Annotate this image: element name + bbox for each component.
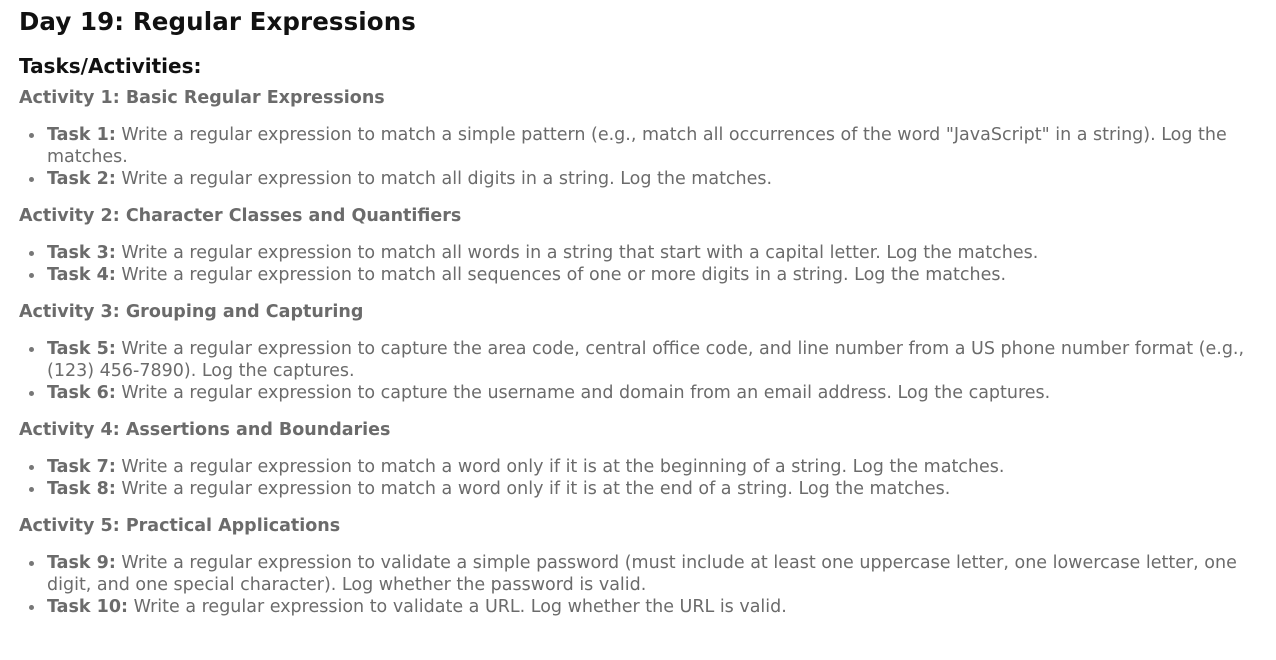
activity-3: Activity 3: Grouping and Capturing Task … [19,300,1259,404]
task-label: Task 6: [47,383,116,403]
task-text: Write a regular expression to match all … [115,243,1039,263]
task-item-8: Task 8: Write a regular expression to ma… [29,478,1259,500]
task-label: Task 7: [47,457,116,477]
task-item-9: Task 9: Write a regular expression to va… [29,552,1259,596]
task-list: Task 1: Write a regular expression to ma… [19,124,1259,190]
task-list: Task 7: Write a regular expression to ma… [19,456,1259,500]
task-item-1: Task 1: Write a regular expression to ma… [29,124,1259,168]
activity-4: Activity 4: Assertions and Boundaries Ta… [19,418,1259,500]
activity-2: Activity 2: Character Classes and Quanti… [19,204,1259,286]
activity-5: Activity 5: Practical Applications Task … [19,514,1259,618]
activity-heading: Activity 3: Grouping and Capturing [19,302,364,322]
task-list: Task 9: Write a regular expression to va… [19,552,1259,618]
page-title: Day 19: Regular Expressions [19,7,416,36]
task-list: Task 5: Write a regular expression to ca… [19,338,1259,404]
task-label: Task 5: [47,339,116,359]
section-heading-tasks: Tasks/Activities: [19,54,202,78]
task-text: Write a regular expression to capture th… [47,339,1245,381]
task-item-4: Task 4: Write a regular expression to ma… [29,264,1259,286]
task-list: Task 3: Write a regular expression to ma… [19,242,1259,286]
task-text: Write a regular expression to match a si… [47,125,1227,167]
document-page: Day 19: Regular Expressions Tasks/Activi… [0,0,1259,618]
task-label: Task 3: [47,243,116,263]
task-text: Write a regular expression to match a wo… [115,457,1005,477]
task-label: Task 2: [47,169,116,189]
activity-heading: Activity 4: Assertions and Boundaries [19,420,391,440]
task-text: Write a regular expression to match a wo… [115,479,951,499]
task-item-7: Task 7: Write a regular expression to ma… [29,456,1259,478]
activity-heading: Activity 2: Character Classes and Quanti… [19,206,462,226]
task-label: Task 10: [47,597,128,617]
task-label: Task 8: [47,479,116,499]
task-label: Task 1: [47,125,116,145]
task-text: Write a regular expression to match all … [115,265,1007,285]
activity-heading: Activity 1: Basic Regular Expressions [19,88,385,108]
task-item-5: Task 5: Write a regular expression to ca… [29,338,1259,382]
task-item-2: Task 2: Write a regular expression to ma… [29,168,1259,190]
activity-heading: Activity 5: Practical Applications [19,516,341,536]
task-text: Write a regular expression to validate a… [47,553,1237,595]
task-label: Task 4: [47,265,116,285]
task-label: Task 9: [47,553,116,573]
task-text: Write a regular expression to match all … [115,169,773,189]
task-text: Write a regular expression to validate a… [128,597,787,617]
task-item-3: Task 3: Write a regular expression to ma… [29,242,1259,264]
task-item-6: Task 6: Write a regular expression to ca… [29,382,1259,404]
activity-1: Activity 1: Basic Regular Expressions Ta… [19,86,1259,190]
task-item-10: Task 10: Write a regular expression to v… [29,596,1259,618]
task-text: Write a regular expression to capture th… [115,383,1051,403]
